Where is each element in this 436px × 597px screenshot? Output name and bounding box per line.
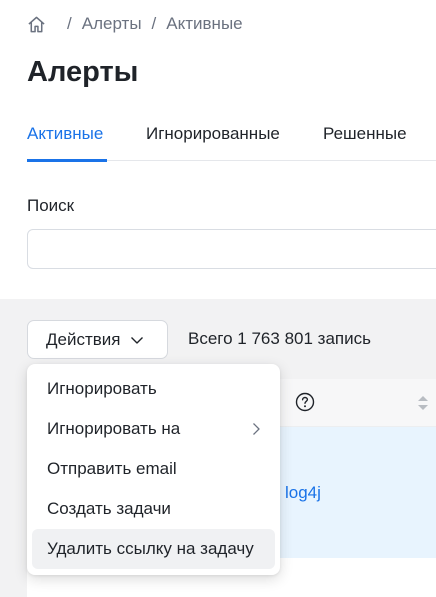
actions-button[interactable]: Действия (27, 320, 168, 359)
actions-dropdown-menu: Игнорировать Игнорировать на Отправить e… (27, 364, 280, 575)
breadcrumb-separator: / (67, 14, 72, 33)
home-icon[interactable] (27, 15, 46, 34)
menu-item-remove-task-link[interactable]: Удалить ссылку на задачу (32, 529, 275, 569)
tabs: Активные Игнорированные Решенные (0, 114, 436, 162)
search-label: Поиск (27, 196, 75, 215)
total-records: Всего 1 763 801 запись (188, 329, 371, 348)
tabs-divider (107, 160, 436, 161)
tab-ignored[interactable]: Игнорированные (146, 124, 280, 144)
tab-active[interactable]: Активные (27, 124, 103, 144)
menu-item-label: Удалить ссылку на задачу (47, 539, 254, 558)
breadcrumb: / Алерты / Активные (27, 14, 243, 34)
row-link[interactable]: log4j (285, 483, 321, 503)
menu-item-label: Игнорировать на (47, 419, 181, 438)
chevron-down-icon (131, 336, 144, 344)
menu-item-ignore-for[interactable]: Игнорировать на (32, 409, 275, 449)
breadcrumb-item-alerts[interactable]: Алерты (82, 14, 142, 34)
menu-item-ignore[interactable]: Игнорировать (32, 369, 275, 409)
sort-icon[interactable] (417, 393, 429, 413)
tab-active-indicator (27, 159, 107, 162)
chevron-right-icon (253, 423, 260, 435)
breadcrumb-separator: / (151, 14, 157, 33)
page-title: Алерты (27, 56, 139, 88)
menu-item-send-email[interactable]: Отправить email (32, 449, 275, 489)
menu-item-label: Создать задачи (47, 499, 171, 518)
search-input[interactable] (27, 229, 436, 269)
help-circle-icon[interactable] (295, 392, 315, 412)
breadcrumb-item-active: Активные (166, 14, 243, 33)
menu-item-label: Игнорировать (47, 379, 157, 398)
tab-resolved[interactable]: Решенные (323, 124, 407, 144)
menu-item-label: Отправить email (47, 459, 177, 478)
menu-item-create-tasks[interactable]: Создать задачи (32, 489, 275, 529)
actions-button-label: Действия (46, 329, 121, 349)
